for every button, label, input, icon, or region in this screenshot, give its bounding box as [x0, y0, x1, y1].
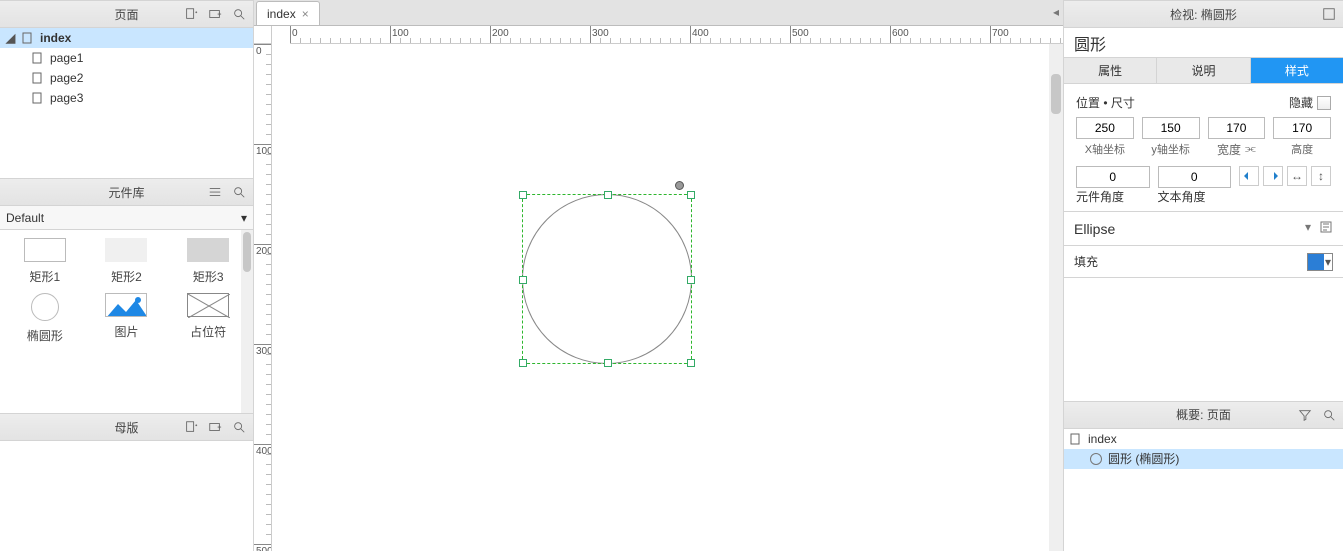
page-name: index [40, 31, 71, 45]
tab-index[interactable]: index × [256, 1, 320, 25]
search-masters-icon[interactable] [231, 419, 247, 435]
outline-header-title: 概要: 页面 [1176, 406, 1231, 423]
widget-rect2[interactable]: 矩形2 [86, 238, 168, 285]
search-lib-icon[interactable] [231, 184, 247, 200]
fit-height-icon[interactable]: ↕ [1311, 166, 1331, 186]
file-icon [32, 72, 44, 84]
tab-label: index [267, 7, 296, 21]
outline-filter-icon[interactable] [1297, 407, 1313, 423]
tab-notes[interactable]: 说明 [1157, 58, 1250, 83]
library-panel-title: 元件库 [108, 184, 144, 201]
lock-aspect-icon[interactable]: ⫘ [1245, 141, 1256, 158]
page-name: page1 [50, 51, 83, 65]
page-row-page1[interactable]: page1 [0, 48, 253, 68]
collapse-right-icon[interactable]: ◂ [1053, 5, 1059, 19]
outline-tree[interactable]: index 圆形 (椭圆形) [1064, 429, 1343, 551]
page-name: page3 [50, 91, 83, 105]
flip-v-icon[interactable] [1263, 166, 1283, 186]
file-icon [32, 52, 44, 64]
masters-panel-title: 母版 [114, 419, 138, 436]
canvas[interactable] [272, 44, 1063, 551]
resize-handle-n[interactable] [604, 191, 612, 199]
close-tab-icon[interactable]: × [302, 7, 309, 21]
add-master-folder-icon[interactable] [207, 419, 223, 435]
fill-label: 填充 [1074, 253, 1098, 270]
inspector-header-title: 检视: 椭圆形 [1170, 6, 1237, 23]
add-page-icon[interactable] [183, 6, 199, 22]
height-input[interactable] [1273, 117, 1331, 139]
shape-name-field[interactable]: Ellipse [1074, 221, 1115, 237]
widget-image[interactable]: 图片 [86, 293, 168, 344]
library-dropdown-value: Default [6, 211, 44, 225]
widget-rect3[interactable]: 矩形3 [167, 238, 249, 285]
library-panel-header: 元件库 [0, 178, 253, 206]
y-input[interactable] [1142, 117, 1200, 139]
outline-row-ellipse[interactable]: 圆形 (椭圆形) [1064, 449, 1343, 469]
file-icon [32, 92, 44, 104]
hide-label: 隐藏 [1289, 94, 1313, 111]
fill-color-picker[interactable]: ▾ [1307, 253, 1333, 271]
resize-handle-sw[interactable] [519, 359, 527, 367]
shape-type-title: 圆形 [1064, 28, 1343, 58]
outline-row-root[interactable]: index [1064, 429, 1343, 449]
rotate-handle[interactable] [675, 181, 684, 190]
inspector-tabs: 属性 说明 样式 [1064, 58, 1343, 84]
inspector-popout-icon[interactable] [1321, 6, 1337, 22]
tab-attributes[interactable]: 属性 [1064, 58, 1157, 83]
search-pages-icon[interactable] [231, 6, 247, 22]
text-rotation-input[interactable] [1158, 166, 1232, 188]
expand-icon[interactable]: ◢ [6, 31, 16, 45]
ruler-vertical[interactable]: 0100200300400500 [254, 44, 272, 551]
ellipse-icon [1090, 453, 1102, 465]
resize-handle-ne[interactable] [687, 191, 695, 199]
widget-placeholder[interactable]: 占位符 [167, 293, 249, 344]
tab-style[interactable]: 样式 [1251, 58, 1343, 83]
resize-handle-se[interactable] [687, 359, 695, 367]
name-menu-icon[interactable]: ▾ [1305, 220, 1311, 237]
widget-rect1[interactable]: 矩形1 [4, 238, 86, 285]
lib-menu-icon[interactable] [207, 184, 223, 200]
pages-tree[interactable]: ◢ index page1 page2 page3 [0, 28, 253, 178]
resize-handle-s[interactable] [604, 359, 612, 367]
x-input[interactable] [1076, 117, 1134, 139]
name-edit-icon[interactable] [1319, 220, 1333, 237]
pages-panel-title: 页面 [114, 6, 138, 23]
rotation-input[interactable] [1076, 166, 1150, 188]
page-row-page3[interactable]: page3 [0, 88, 253, 108]
inspector-panel-header: 检视: 椭圆形 [1064, 0, 1343, 28]
fit-width-icon[interactable]: ↔ [1287, 166, 1307, 186]
library-dropdown[interactable]: Default ▾ [0, 206, 253, 230]
hide-checkbox[interactable] [1317, 96, 1331, 110]
search-outline-icon[interactable] [1321, 407, 1337, 423]
chevron-down-icon: ▾ [241, 211, 247, 225]
masters-panel-header: 母版 [0, 413, 253, 441]
resize-handle-w[interactable] [519, 276, 527, 284]
outline-panel-header: 概要: 页面 [1064, 401, 1343, 429]
document-tabbar: index × ◂ [254, 0, 1063, 26]
selection-box[interactable] [522, 194, 692, 364]
pages-panel-header: 页面 [0, 0, 253, 28]
position-size-label: 位置 • 尺寸 [1076, 94, 1135, 111]
page-name: page2 [50, 71, 83, 85]
flip-h-icon[interactable] [1239, 166, 1259, 186]
ruler-horizontal[interactable]: 0100200300400500600700800 [290, 26, 1063, 44]
library-scrollbar[interactable] [241, 230, 253, 413]
canvas-scrollbar-v[interactable] [1049, 44, 1063, 551]
page-row-index[interactable]: ◢ index [0, 28, 253, 48]
file-icon [1070, 433, 1082, 445]
masters-tree[interactable] [0, 441, 253, 551]
resize-handle-nw[interactable] [519, 191, 527, 199]
add-folder-icon[interactable] [207, 6, 223, 22]
page-row-page2[interactable]: page2 [0, 68, 253, 88]
resize-handle-e[interactable] [687, 276, 695, 284]
add-master-icon[interactable] [183, 419, 199, 435]
file-icon [22, 32, 34, 44]
widget-ellipse[interactable]: 椭圆形 [4, 293, 86, 344]
width-input[interactable] [1208, 117, 1266, 139]
